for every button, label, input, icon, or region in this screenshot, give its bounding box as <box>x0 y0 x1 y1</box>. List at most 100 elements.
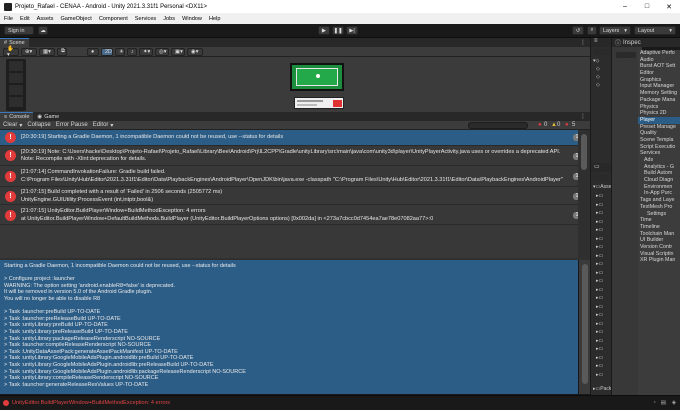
diagnostics-icon[interactable]: ▤ <box>661 400 666 406</box>
folder-icon[interactable]: ▸▭ <box>596 226 603 235</box>
settings-item[interactable]: TextMesh Pro <box>638 204 680 211</box>
menu-window[interactable]: Window <box>182 16 202 22</box>
settings-item[interactable]: UI Builder <box>638 237 680 244</box>
maximize-button[interactable]: □ <box>636 0 658 13</box>
settings-item[interactable]: Timeline <box>638 224 680 231</box>
folder-icon[interactable]: ▸▭ <box>596 362 603 371</box>
project-search-input[interactable] <box>593 175 610 181</box>
hierarchy-tab[interactable]: ≡ <box>591 38 612 47</box>
light-icon[interactable]: ☀ <box>115 47 125 56</box>
more-options-icon[interactable]: ⋮ <box>580 39 586 46</box>
folder-icon[interactable]: ▸▭ <box>596 371 603 380</box>
chevron-down-icon[interactable]: ▾ <box>110 122 113 129</box>
rotate-tool-icon[interactable] <box>9 73 23 83</box>
folder-icon[interactable]: ▸▭ <box>596 252 603 261</box>
audio-icon[interactable]: ♪ <box>127 47 137 56</box>
tab-game[interactable]: ◉ Game <box>33 112 63 121</box>
folder-icon[interactable]: ▸▭ <box>596 218 603 227</box>
shading-icon[interactable]: ● <box>87 47 99 56</box>
snap-icon[interactable]: ⧉ <box>57 47 67 56</box>
settings-item[interactable]: Environmen <box>638 184 680 191</box>
layers-dropdown[interactable]: Layers ▾ <box>599 26 631 35</box>
settings-item[interactable]: Adaptive Perfo <box>638 50 680 57</box>
settings-item[interactable]: In-App Purc <box>638 190 680 197</box>
settings-item[interactable]: Settings <box>638 211 680 218</box>
minimize-button[interactable]: – <box>614 0 636 13</box>
project-tab[interactable]: ▭ <box>591 163 612 172</box>
status-message[interactable]: UnityEditor.BuildPlayerWindow+BuildMetho… <box>12 400 170 406</box>
play-button[interactable]: ▶ <box>318 26 330 35</box>
folder-icon[interactable]: ▸▭ <box>596 269 603 278</box>
settings-item[interactable]: Physics <box>638 104 680 111</box>
chevron-down-icon[interactable]: ▾ <box>19 122 22 129</box>
settings-item[interactable]: Burst AOT Sett <box>638 63 680 70</box>
console-search-input[interactable] <box>468 122 528 129</box>
search-icon[interactable]: ⌕ <box>587 26 597 35</box>
history-icon[interactable]: ↺ <box>572 26 584 35</box>
console-detail-scrollbar[interactable] <box>579 260 590 394</box>
scrollbar-thumb[interactable] <box>582 264 588 384</box>
settings-item[interactable]: Physics 2D <box>638 110 680 117</box>
folder-icon[interactable]: ▸▭ <box>596 277 603 286</box>
tab-console[interactable]: ≡ Console <box>0 112 34 121</box>
rect-tool-icon[interactable] <box>9 97 23 107</box>
folder-icon[interactable]: ▸▭ <box>596 286 603 295</box>
camera-icon[interactable]: ▣▾ <box>171 47 185 56</box>
grid-icon[interactable]: ▦▾ <box>39 47 55 56</box>
settings-item[interactable]: Time <box>638 217 680 224</box>
hand-tool-icon[interactable]: ✋▾ <box>3 46 19 58</box>
settings-item[interactable]: Tags and Laye <box>638 197 680 204</box>
folder-icon[interactable]: ▸▭ <box>596 294 603 303</box>
error-pause-button[interactable]: Error Pause <box>56 122 88 128</box>
settings-item[interactable]: Scene Templa <box>638 137 680 144</box>
folder-icon[interactable]: ▸▭ <box>596 328 603 337</box>
layout-dropdown[interactable]: Layout ▾ <box>634 26 676 35</box>
log-entry[interactable]: ! [21:07:15] Build completed with a resu… <box>0 187 590 205</box>
folder-icon[interactable]: ▸▭ <box>596 320 603 329</box>
gizmos-icon[interactable]: ◉▾ <box>187 47 203 56</box>
settings-search-input[interactable] <box>616 52 636 58</box>
settings-item[interactable]: Player <box>638 116 680 124</box>
hierarchy-search-input[interactable] <box>593 49 610 55</box>
settings-item[interactable]: Package Mana <box>638 97 680 104</box>
menu-edit[interactable]: Edit <box>20 16 30 22</box>
effects-icon[interactable]: ✦▾ <box>139 47 153 56</box>
error-count-icon[interactable]: ● <box>538 122 542 128</box>
hidden-objects-icon[interactable]: ◎▾ <box>155 47 169 56</box>
settings-item[interactable]: Script Executio <box>638 144 680 151</box>
network-icon[interactable]: ◈ <box>672 400 676 406</box>
settings-item[interactable]: Input Manager <box>638 83 680 90</box>
step-button[interactable]: ▶| <box>346 26 358 35</box>
folder-icon[interactable]: ▸▭ <box>596 260 603 269</box>
close-window-button[interactable]: ✕ <box>658 0 680 13</box>
console-detail-text[interactable]: Starting a Gradle Daemon, 1 incompatible… <box>0 260 578 394</box>
scale-tool-icon[interactable] <box>9 85 23 95</box>
mode-2d-button[interactable]: 2D <box>101 47 113 56</box>
folder-icon[interactable]: ▸▭ <box>596 192 603 201</box>
scrollbar-thumb[interactable] <box>581 134 587 170</box>
cloud-icon[interactable]: ☁ <box>38 26 48 35</box>
settings-item[interactable]: Ads <box>638 157 680 164</box>
menu-gameobject[interactable]: GameObject <box>60 16 91 22</box>
settings-item[interactable]: Quality <box>638 130 680 137</box>
more-options-icon[interactable]: ⋮ <box>580 113 586 120</box>
folder-icon[interactable]: ▸▭ <box>596 354 603 363</box>
folder-icon[interactable]: ▸▭ <box>596 303 603 312</box>
folder-icon[interactable]: ▸▭ <box>596 311 603 320</box>
menu-services[interactable]: Services <box>135 16 156 22</box>
settings-item[interactable]: Build Autom <box>638 170 680 177</box>
settings-item[interactable]: Graphics <box>638 77 680 84</box>
settings-item[interactable]: Cloud Diagn <box>638 177 680 184</box>
folder-icon[interactable]: ▸▭ <box>596 345 603 354</box>
hierarchy-item-icon[interactable]: ▾◇ <box>593 58 599 64</box>
scene-viewport[interactable] <box>0 57 590 112</box>
pause-button[interactable]: ❚❚ <box>332 26 344 35</box>
settings-item[interactable]: Audio <box>638 57 680 64</box>
settings-item[interactable]: XR Plugin Man <box>638 257 680 264</box>
menu-jobs[interactable]: Jobs <box>163 16 175 22</box>
hierarchy-item-icon[interactable]: ◇ <box>596 74 600 80</box>
editor-dropdown[interactable]: Editor <box>93 122 109 128</box>
settings-item[interactable]: Version Contr <box>638 244 680 251</box>
folder-icon[interactable]: ▸▭ <box>596 337 603 346</box>
hierarchy-item-icon[interactable]: ◇ <box>596 82 600 88</box>
